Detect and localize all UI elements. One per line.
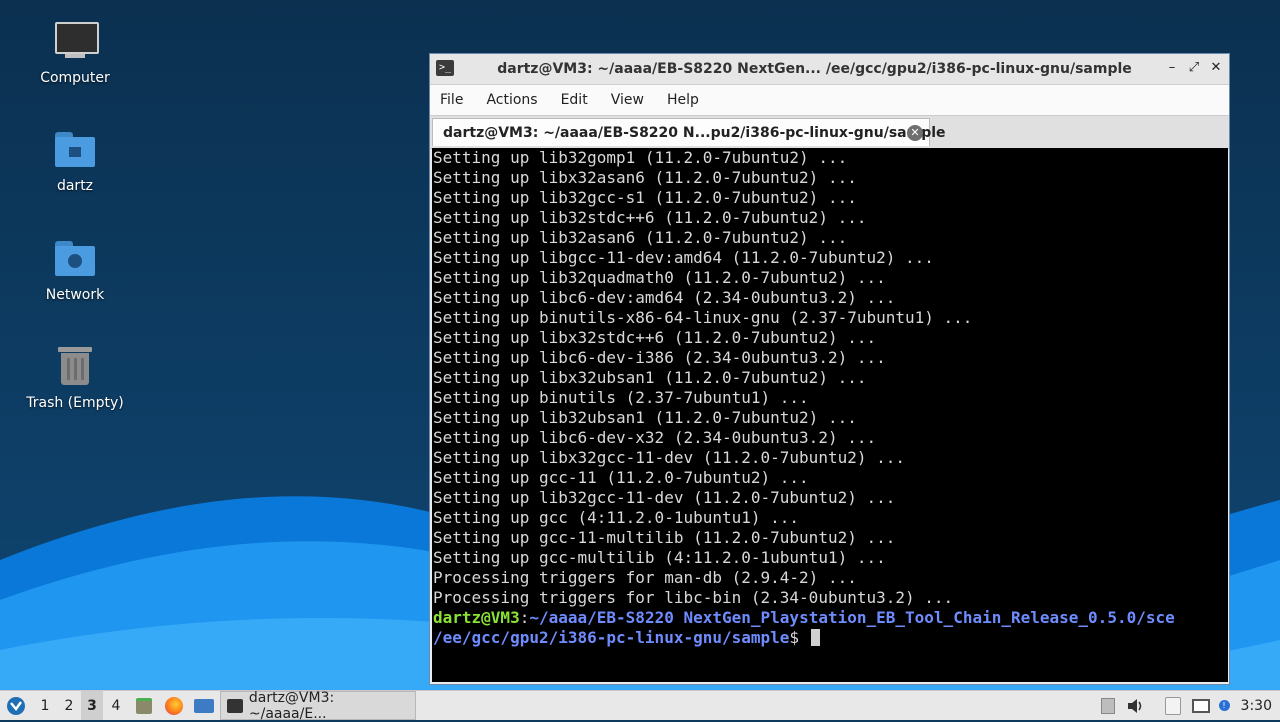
prompt-line: dartz@VM3:~/aaaa/EB-S8220 NextGen_Playst… bbox=[433, 608, 1228, 628]
volume-icon[interactable] bbox=[1126, 691, 1146, 720]
start-menu-button[interactable] bbox=[4, 691, 28, 720]
workspace-2[interactable]: 2 bbox=[58, 691, 80, 720]
terminal-task-icon bbox=[227, 698, 243, 713]
window-title: dartz@VM3: ~/aaaa/EB-S8220 NextGen... /e… bbox=[497, 61, 1132, 77]
prompt-separator: : bbox=[519, 608, 530, 627]
notification-icon[interactable]: ! bbox=[1216, 691, 1232, 720]
network-status-icon[interactable] bbox=[1190, 691, 1212, 720]
desktop-icon-network[interactable]: Network bbox=[15, 237, 135, 303]
clock[interactable]: 3:30 bbox=[1241, 691, 1272, 720]
terminal-tab[interactable]: dartz@VM3: ~/aaaa/EB-S8220 N...pu2/i386-… bbox=[432, 118, 946, 146]
firefox-launcher[interactable] bbox=[163, 691, 185, 720]
workspace-4[interactable]: 4 bbox=[105, 691, 127, 720]
desktop-icon bbox=[194, 698, 214, 713]
terminal-line: Setting up binutils-x86-64-linux-gnu (2.… bbox=[433, 308, 973, 327]
desktop: Computer dartz Network Trash (Empty) >_ bbox=[0, 0, 1280, 690]
workspace-3[interactable]: 3 bbox=[81, 691, 103, 720]
menu-edit[interactable]: Edit bbox=[561, 92, 588, 108]
text-cursor bbox=[810, 629, 820, 646]
terminal-line: Setting up lib32ubsan1 (11.2.0-7ubuntu2)… bbox=[433, 408, 857, 427]
terminal-window: >_ dartz@VM3: ~/aaaa/EB-S8220 NextGen...… bbox=[429, 53, 1230, 685]
tab-label: dartz@VM3: ~/aaaa/EB-S8220 N...pu2/i386-… bbox=[443, 124, 946, 141]
terminal-line: Processing triggers for man-db (2.9.4-2)… bbox=[433, 568, 857, 587]
terminal-line: Setting up libx32ubsan1 (11.2.0-7ubuntu2… bbox=[433, 368, 867, 387]
terminal-line: Setting up lib32gomp1 (11.2.0-7ubuntu2) … bbox=[433, 148, 848, 167]
desktop-icon-label: Network bbox=[45, 287, 105, 303]
terminal-line: Setting up lib32quadmath0 (11.2.0-7ubunt… bbox=[433, 268, 886, 287]
terminal-line: Setting up binutils (2.37-7ubuntu1) ... bbox=[433, 388, 809, 407]
desktop-icon-computer[interactable]: Computer bbox=[15, 20, 135, 86]
prompt-symbol: $ bbox=[789, 628, 809, 647]
menu-help[interactable]: Help bbox=[667, 92, 699, 108]
desktop-icon-trash[interactable]: Trash (Empty) bbox=[15, 345, 135, 411]
terminal-line: Setting up lib32stdc++6 (11.2.0-7ubuntu2… bbox=[433, 208, 867, 227]
terminal-line: Setting up libgcc-11-dev:amd64 (11.2.0-7… bbox=[433, 248, 934, 267]
terminal-line: Setting up lib32gcc-s1 (11.2.0-7ubuntu2)… bbox=[433, 188, 857, 207]
terminal-line: Setting up libc6-dev:amd64 (2.34-0ubuntu… bbox=[433, 288, 896, 307]
terminal-output[interactable]: Setting up lib32gomp1 (11.2.0-7ubuntu2) … bbox=[432, 148, 1228, 682]
window-titlebar[interactable]: >_ dartz@VM3: ~/aaaa/EB-S8220 NextGen...… bbox=[430, 54, 1229, 85]
close-button[interactable]: ✕ bbox=[1207, 59, 1225, 77]
distro-logo-icon bbox=[7, 696, 25, 715]
terminal-line: Setting up lib32asan6 (11.2.0-7ubuntu2) … bbox=[433, 228, 848, 247]
home-folder-icon bbox=[53, 128, 97, 172]
terminal-line: Setting up libx32asan6 (11.2.0-7ubuntu2)… bbox=[433, 168, 857, 187]
show-desktop-launcher[interactable] bbox=[192, 691, 216, 720]
tab-bar: dartz@VM3: ~/aaaa/EB-S8220 N...pu2/i386-… bbox=[430, 115, 1229, 149]
terminal-line: Setting up libc6-dev-i386 (2.34-0ubuntu3… bbox=[433, 348, 886, 367]
trash-icon bbox=[53, 345, 97, 389]
eject-tray-icon[interactable] bbox=[1098, 691, 1118, 720]
terminal-app-icon[interactable]: >_ bbox=[436, 60, 454, 76]
menu-file[interactable]: File bbox=[440, 92, 463, 108]
file-manager-launcher[interactable] bbox=[133, 691, 155, 720]
taskbar-terminal-task[interactable]: dartz@VM3: ~/aaaa/E... bbox=[220, 689, 416, 722]
terminal-line: Setting up lib32gcc-11-dev (11.2.0-7ubun… bbox=[433, 488, 896, 507]
terminal-line: Processing triggers for libc-bin (2.34-0… bbox=[433, 588, 954, 607]
terminal-line: Setting up libx32gcc-11-dev (11.2.0-7ubu… bbox=[433, 448, 906, 467]
firefox-icon bbox=[165, 696, 183, 715]
taskbar: 1 2 3 4 dartz@VM3: ~/aaaa/E... ! 3:30 bbox=[0, 689, 1280, 722]
workspace-1[interactable]: 1 bbox=[34, 691, 56, 720]
menu-bar: File Actions Edit View Help bbox=[430, 85, 1229, 115]
terminal-line: Setting up libc6-dev-x32 (2.34-0ubuntu3.… bbox=[433, 428, 877, 447]
menu-view[interactable]: View bbox=[611, 92, 644, 108]
terminal-line: Setting up gcc-11-multilib (11.2.0-7ubun… bbox=[433, 528, 896, 547]
monitor-icon bbox=[53, 20, 99, 64]
terminal-line: Setting up gcc-11 (11.2.0-7ubuntu2) ... bbox=[433, 468, 809, 487]
tab-close-icon[interactable]: ✕ bbox=[907, 125, 923, 141]
prompt-path: ~/aaaa/EB-S8220 NextGen_Playstation_EB_T… bbox=[529, 608, 1175, 627]
desktop-icon-home[interactable]: dartz bbox=[15, 128, 135, 194]
desktop-icon-label: dartz bbox=[56, 178, 94, 194]
prompt-path-continued: /ee/gcc/gpu2/i386-pc-linux-gnu/sample bbox=[433, 628, 790, 647]
prompt-line-continued: /ee/gcc/gpu2/i386-pc-linux-gnu/sample$ bbox=[433, 628, 1228, 648]
network-folder-icon bbox=[53, 237, 97, 281]
minimize-button[interactable]: – bbox=[1163, 59, 1181, 77]
menu-actions[interactable]: Actions bbox=[486, 92, 537, 108]
terminal-line: Setting up gcc-multilib (4:11.2.0-1ubunt… bbox=[433, 548, 886, 567]
terminal-line: Setting up gcc (4:11.2.0-1ubuntu1) ... bbox=[433, 508, 800, 527]
desktop-icon-label: Computer bbox=[40, 70, 110, 86]
file-cabinet-icon bbox=[136, 697, 152, 714]
prompt-user: dartz@VM3 bbox=[433, 608, 520, 627]
terminal-line: Setting up libx32stdc++6 (11.2.0-7ubuntu… bbox=[433, 328, 877, 347]
maximize-button[interactable]: ⤢ bbox=[1185, 59, 1203, 77]
clipboard-icon[interactable] bbox=[1162, 691, 1184, 720]
desktop-icon-label: Trash (Empty) bbox=[26, 395, 124, 411]
task-label: dartz@VM3: ~/aaaa/E... bbox=[248, 689, 335, 722]
